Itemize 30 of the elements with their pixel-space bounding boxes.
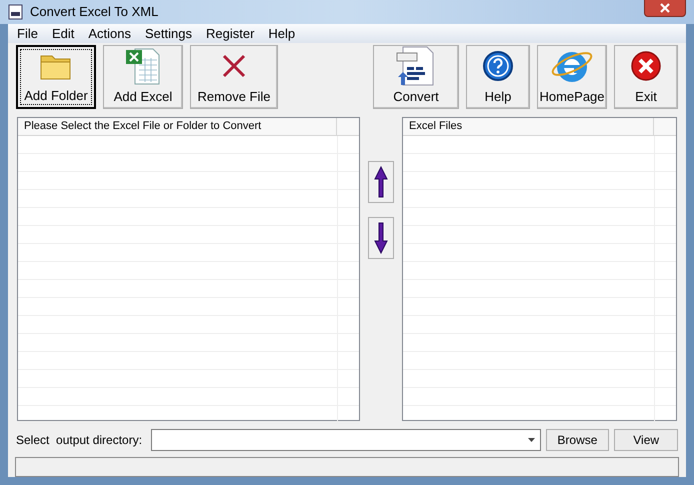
file-list[interactable]: Please Select the Excel File or Folder to Convert [17,117,360,421]
toolbar-button[interactable]: Exit [614,45,678,109]
move-down-button[interactable] [368,217,394,259]
close-icon [660,3,670,13]
close-icon [630,50,662,82]
menu-item[interactable]: Register [198,24,262,44]
app-icon [8,4,24,20]
move-up-button[interactable] [368,161,394,203]
menu-item[interactable]: Edit [44,24,82,44]
toolbar-button[interactable]: HomePage [537,45,607,109]
question-mark-icon [482,50,514,82]
file-list[interactable]: Excel Files [402,117,677,421]
menu-item[interactable]: File [10,24,45,44]
up-arrow-icon [374,166,388,198]
dropdown-arrow-icon [528,438,536,442]
output-directory-label: Select output directory: [16,432,144,449]
toolbar-button[interactable]: Add Excel [103,45,183,109]
output-directory-combobox[interactable] [151,429,541,451]
menu-item[interactable]: Actions [81,24,138,44]
toolbar-button[interactable]: Remove File [190,45,278,109]
menu-item[interactable]: Settings [138,24,199,44]
down-arrow-icon [374,222,388,254]
output-button[interactable]: Browse [546,429,610,451]
output-button[interactable]: View [614,429,678,451]
toolbar-button[interactable]: Help [466,45,530,109]
close-button[interactable] [644,0,686,17]
toolbar-button[interactable]: Convert [373,45,459,109]
toolbar-button[interactable]: Add Folder [16,45,96,109]
menu-item[interactable]: Help [261,24,302,44]
window-title: Convert Excel To XML [30,3,158,22]
